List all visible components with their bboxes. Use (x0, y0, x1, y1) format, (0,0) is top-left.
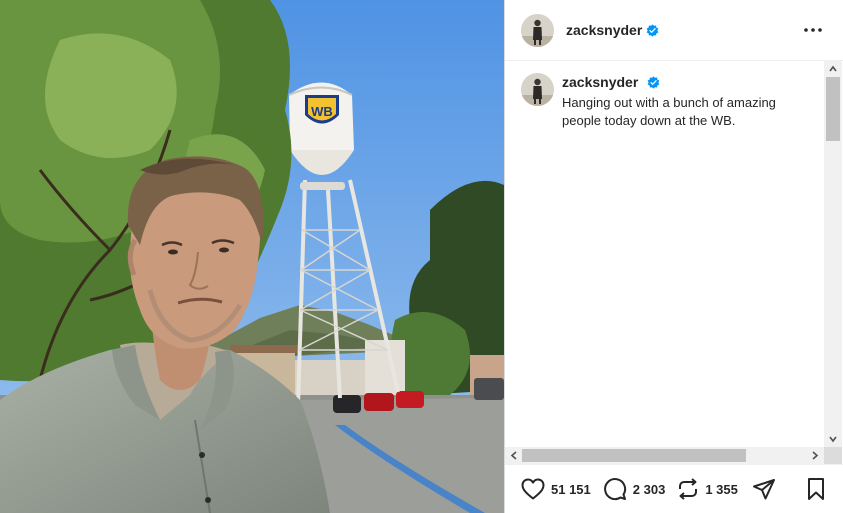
post-detail-panel: zacksnyder zacksnyder Hanging out with a… (504, 0, 843, 513)
repost-icon (677, 477, 699, 501)
post-header: zacksnyder (505, 0, 843, 61)
caption-body: zacksnyder Hanging out with a bunch of a… (562, 74, 812, 130)
caption: zacksnyder Hanging out with a bunch of a… (521, 73, 812, 130)
like-button[interactable]: 51 151 (521, 478, 591, 500)
horizontal-scrollbar[interactable] (505, 447, 824, 464)
save-button[interactable] (806, 477, 826, 501)
like-count: 51 151 (551, 481, 591, 497)
repost-button[interactable]: 1 355 (677, 477, 738, 501)
caption-text: Hanging out with a bunch of amazing peop… (562, 95, 776, 128)
share-button[interactable] (752, 477, 776, 501)
comments-area[interactable]: zacksnyder Hanging out with a bunch of a… (505, 61, 824, 447)
post-photo[interactable]: WB (0, 0, 504, 513)
caption-author-avatar[interactable] (521, 73, 554, 106)
heart-icon (521, 478, 545, 500)
comment-button[interactable]: 2 303 (603, 477, 666, 501)
more-options-icon[interactable] (802, 22, 824, 38)
author-avatar[interactable] (521, 13, 554, 47)
verified-badge-icon (646, 23, 659, 37)
scroll-down-arrow-icon[interactable] (828, 434, 838, 444)
comment-bubble-icon (603, 477, 627, 501)
post-photo-scene: WB (0, 0, 504, 513)
vertical-scrollbar[interactable] (824, 61, 842, 447)
paper-plane-icon (752, 477, 776, 501)
vertical-scroll-thumb[interactable] (826, 77, 840, 141)
photo-wb-logo-text: WB (311, 104, 333, 119)
author-username[interactable]: zacksnyder (566, 22, 642, 38)
scroll-up-arrow-icon[interactable] (828, 64, 838, 74)
repost-count: 1 355 (705, 481, 738, 497)
bookmark-icon (806, 477, 826, 501)
action-bar: 51 151 2 303 1 355 (505, 464, 843, 513)
caption-username[interactable]: zacksnyder (562, 74, 638, 90)
comment-count: 2 303 (632, 481, 666, 497)
horizontal-scroll-thumb[interactable] (522, 449, 746, 462)
scroll-left-arrow-icon[interactable] (509, 450, 519, 461)
scroll-right-arrow-icon[interactable] (810, 450, 820, 461)
caption-verified-badge-icon (647, 76, 660, 89)
scrollbar-corner (824, 447, 842, 464)
